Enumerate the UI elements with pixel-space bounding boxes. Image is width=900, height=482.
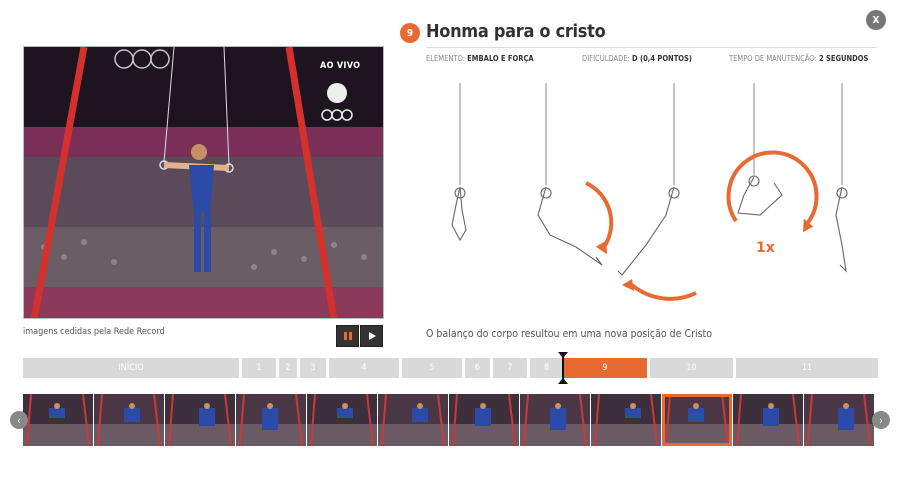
thumbnail-strip (23, 394, 878, 446)
timeline-segment-9[interactable]: 9 (563, 358, 647, 378)
movement-diagram: 1x (451, 83, 848, 301)
gymnast-figures (451, 175, 848, 276)
pause-icon (343, 332, 352, 340)
header-divider (426, 47, 877, 48)
timeline-segment-5[interactable]: 5 (402, 358, 462, 378)
video-frame (24, 47, 383, 318)
step-number-badge: 9 (400, 23, 420, 43)
element-title: Honma para o cristo (426, 21, 606, 42)
timeline: INÍCIO 1 2 3 4 5 6 7 8 9 10 11 (23, 358, 878, 380)
meta-dificuldade: DIFICULDADE: D (0,4 PONTOS) (582, 54, 692, 63)
thumbnail-5[interactable] (307, 394, 377, 446)
meta-value: 2 SEGUNDOS (819, 54, 869, 63)
prev-arrow-button[interactable]: ‹ (10, 411, 28, 429)
video-credit: imagens cedidas pela Rede Record (23, 327, 165, 337)
thumbnail-11[interactable] (733, 394, 803, 446)
play-button[interactable] (360, 325, 383, 347)
timeline-segment-8[interactable]: 8 (530, 358, 563, 378)
timeline-segment-6[interactable]: 6 (465, 358, 490, 378)
meta-value: EMBALO E FORÇA (467, 54, 534, 63)
meta-elemento: ELEMENTO: EMBALO E FORÇA (426, 54, 534, 63)
thumbnail-4[interactable] (236, 394, 306, 446)
timeline-segment-7[interactable]: 7 (493, 358, 527, 378)
pause-button[interactable] (336, 325, 359, 347)
live-badge: AO VIVO (320, 61, 361, 71)
thumbnail-9[interactable] (591, 394, 661, 446)
close-button[interactable]: X (866, 10, 886, 30)
meta-tempo: TEMPO DE MANUTENÇÃO: 2 SEGUNDOS (729, 54, 868, 63)
ring-cables (459, 83, 843, 185)
element-caption: O balanço do corpo resultou em uma nova … (426, 328, 713, 340)
meta-key: ELEMENTO: (426, 54, 465, 63)
timeline-segment-1[interactable]: 1 (242, 358, 276, 378)
timeline-segment-inicio[interactable]: INÍCIO (23, 358, 239, 378)
thumbnail-7[interactable] (449, 394, 519, 446)
timeline-segment-11[interactable]: 11 (736, 358, 878, 378)
swing-arrows (585, 150, 819, 301)
thumbnail-10[interactable] (662, 394, 732, 446)
thumbnail-3[interactable] (165, 394, 235, 446)
thumbnail-1[interactable] (23, 394, 93, 446)
arrow-heads (595, 218, 814, 291)
repeat-label: 1x (756, 240, 775, 256)
thumbnail-2[interactable] (94, 394, 164, 446)
next-arrow-button[interactable]: › (872, 411, 890, 429)
meta-key: TEMPO DE MANUTENÇÃO: (729, 54, 817, 63)
video-player[interactable]: AO VIVO (23, 46, 384, 319)
play-icon (368, 332, 376, 340)
thumbnail-6[interactable] (378, 394, 448, 446)
timeline-playhead[interactable] (558, 352, 568, 384)
meta-value: D (0,4 PONTOS) (632, 54, 692, 63)
meta-key: DIFICULDADE: (582, 54, 630, 63)
timeline-segment-3[interactable]: 3 (300, 358, 326, 378)
timeline-segment-4[interactable]: 4 (329, 358, 399, 378)
timeline-segment-2[interactable]: 2 (279, 358, 297, 378)
thumbnail-12[interactable] (804, 394, 874, 446)
thumbnail-8[interactable] (520, 394, 590, 446)
timeline-segment-10[interactable]: 10 (650, 358, 733, 378)
